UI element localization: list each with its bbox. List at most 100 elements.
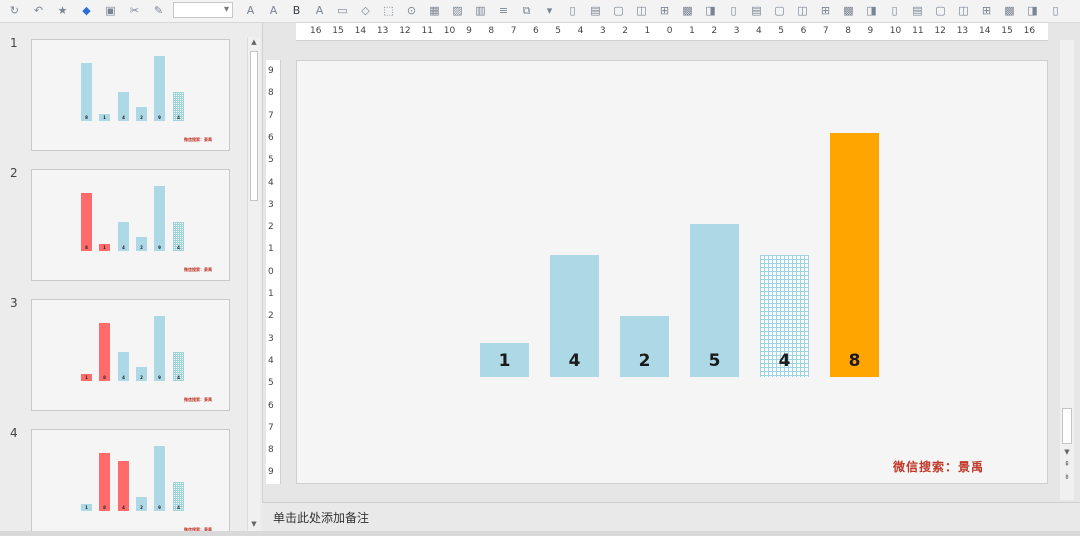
thumbnail-bar-label: 8 <box>103 375 106 380</box>
arrange-icon[interactable]: ⧉ <box>520 4 533 17</box>
toolbar-tool-icon[interactable]: ▯ <box>566 4 579 17</box>
editor-scrollbar[interactable]: ▼ ⇞ ⇟ <box>1060 40 1074 500</box>
scroll-down-arrow-icon[interactable]: ▼ <box>249 520 259 530</box>
toolbar-tool-icon[interactable]: ⊞ <box>980 4 993 17</box>
notes-placeholder[interactable]: 单击此处添加备注 <box>273 509 369 526</box>
toolbar-tool-icon[interactable]: ▯ <box>727 4 740 17</box>
ruler-label: 7 <box>510 26 517 36</box>
thumbnail-bar: 8 <box>99 453 110 511</box>
previous-slide-icon[interactable]: ⇞ <box>1062 460 1072 470</box>
increase-font-icon[interactable]: A <box>244 4 257 17</box>
table-icon[interactable]: ▦ <box>428 4 441 17</box>
toolbar-tool-icon[interactable]: ▩ <box>681 4 694 17</box>
bold-icon[interactable]: B <box>290 4 303 17</box>
slide-bar[interactable]: 2 <box>620 316 669 377</box>
ruler-label: 5 <box>268 155 274 166</box>
align-icon[interactable]: ≡ <box>497 4 510 17</box>
select-icon[interactable]: ⬚ <box>382 4 395 17</box>
toolbar-tool-icon[interactable]: ◫ <box>635 4 648 17</box>
ruler-label: 4 <box>268 355 274 366</box>
text-box-icon[interactable]: ▭ <box>336 4 349 17</box>
thumbnail-bar: 4 <box>173 352 184 381</box>
notes-pane[interactable]: 单击此处添加备注 <box>262 502 1080 531</box>
slide-thumbnail[interactable]: 8 1 4 2 9 4 微信搜索：景禹 <box>31 39 230 151</box>
thumbnail-bar-label: 2 <box>140 245 143 250</box>
cut-icon[interactable]: ✂ <box>128 4 141 17</box>
toolbar-tool-icon[interactable]: ◨ <box>865 4 878 17</box>
toolbar-tool-icon[interactable]: ▩ <box>842 4 855 17</box>
bar-value-label: 5 <box>708 351 721 371</box>
thumbnail-bar: 4 <box>118 92 129 121</box>
toolbar-tool-icon[interactable]: ◨ <box>1026 4 1039 17</box>
thumbnail-bar-label: 8 <box>85 245 88 250</box>
toolbar-tool-icon[interactable]: ◨ <box>704 4 717 17</box>
slide-number: 3 <box>10 296 18 310</box>
slide-canvas[interactable]: 微信搜索：景禹 1 4 2 5 4 8 <box>296 60 1048 484</box>
slide-bar[interactable]: 5 <box>690 224 739 377</box>
toolbar-tool-icon[interactable]: ◫ <box>957 4 970 17</box>
thumbnail-bar-label: 4 <box>177 245 180 250</box>
toolbar-tool-icon[interactable]: ▢ <box>773 4 786 17</box>
toolbar-tool-icon[interactable]: ▯ <box>1049 4 1062 17</box>
slides-panel-scrollbar[interactable]: ▲ ▼ <box>247 37 260 531</box>
ruler-label: 1 <box>268 289 274 299</box>
bar-value-label: 8 <box>848 351 861 371</box>
toolbar-tool-icon[interactable]: ▩ <box>1003 4 1016 17</box>
shape-icon[interactable]: ◇ <box>359 4 372 17</box>
pen-icon[interactable]: ✎ <box>152 4 165 17</box>
ruler-label: 15 <box>332 26 344 36</box>
next-slide-icon[interactable]: ⇟ <box>1062 473 1072 483</box>
toolbar-tool-icon[interactable]: ⊞ <box>819 4 832 17</box>
scrollbar-thumb[interactable] <box>250 51 258 201</box>
toolbar-tool-icon[interactable]: ▤ <box>750 4 763 17</box>
toolbar-tool-icon[interactable]: ▯ <box>888 4 901 17</box>
scroll-down-arrow-icon[interactable]: ▼ <box>1062 448 1072 458</box>
thumbnail-bar-label: 4 <box>122 245 125 250</box>
toolbar-tool-icon[interactable]: ⊞ <box>658 4 671 17</box>
toolbar-tool-icon[interactable]: ▢ <box>934 4 947 17</box>
format-painter-icon[interactable]: ★ <box>56 4 69 17</box>
ruler-label: 10 <box>889 26 902 36</box>
ruler-label: 13 <box>376 26 389 36</box>
watermark-text: 微信搜索：景禹 <box>893 460 985 474</box>
ruler-label: 9 <box>466 26 472 36</box>
shapes-icon[interactable]: ◆ <box>80 4 93 17</box>
font-color-icon[interactable]: A <box>313 4 326 17</box>
scroll-up-arrow-icon[interactable]: ▲ <box>249 38 259 48</box>
slide-thumbnail[interactable]: 8 1 4 2 9 4 微信搜索：景禹 <box>31 169 230 281</box>
ruler-label: 8 <box>268 445 274 456</box>
slide-thumbnail[interactable]: 1 8 4 2 9 4 微信搜索：景禹 <box>31 299 230 411</box>
ruler-label: 3 <box>268 333 274 344</box>
link-icon[interactable]: ⊙ <box>405 4 418 17</box>
ruler-label: 15 <box>1001 26 1013 36</box>
slide-thumbnail[interactable]: 1 8 4 2 9 4 微信搜索：景禹 <box>31 429 230 531</box>
thumbnail-bar: 1 <box>81 374 92 381</box>
slide-number: 2 <box>10 166 18 180</box>
slide-bar[interactable]: 4 <box>760 255 809 377</box>
slide-bar[interactable]: 8 <box>830 133 879 377</box>
toolbar-tool-icon[interactable]: ◫ <box>796 4 809 17</box>
toolbar-tool-icon[interactable]: ▢ <box>612 4 625 17</box>
decrease-font-icon[interactable]: A <box>267 4 280 17</box>
chart-icon[interactable]: ▥ <box>474 4 487 17</box>
refresh-icon[interactable]: ↻ <box>8 4 21 17</box>
thumbnail-bar-label: 9 <box>158 505 161 510</box>
picture-icon[interactable]: ▨ <box>451 4 464 17</box>
thumbnail-bar-label: 4 <box>122 375 125 380</box>
ruler-label: 9 <box>268 467 274 478</box>
ruler-label: 10 <box>443 26 456 36</box>
slide-layout-icon[interactable]: ▣ <box>104 4 117 17</box>
thumbnail-bar-label: 4 <box>177 505 180 510</box>
toolbar-tool-icon[interactable]: ▤ <box>589 4 602 17</box>
slide-bar[interactable]: 1 <box>480 343 529 377</box>
thumbnail-bar: 1 <box>99 244 110 251</box>
toolbar-tool-icon[interactable]: ▤ <box>911 4 924 17</box>
slide-bar[interactable]: 4 <box>550 255 599 377</box>
editor-scrollbar-thumb[interactable] <box>1062 408 1072 444</box>
more-icon[interactable]: ▾ <box>543 4 556 17</box>
chevron-down-icon[interactable]: ▾ <box>224 4 229 15</box>
undo-icon[interactable]: ↶ <box>32 4 45 17</box>
ruler-label: 8 <box>845 26 851 36</box>
thumbnail-bar-label: 2 <box>140 505 143 510</box>
font-size-select[interactable]: ▾ <box>173 2 233 18</box>
